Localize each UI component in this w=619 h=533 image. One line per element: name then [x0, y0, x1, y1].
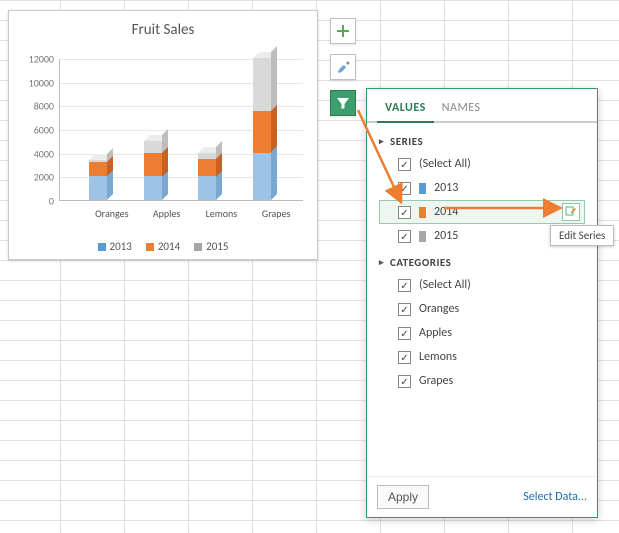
y-axis-tick: 2000: [20, 171, 54, 184]
filter-row-label: Lemons: [419, 350, 580, 364]
y-axis-tick: 4000: [20, 147, 54, 160]
filter-row[interactable]: ✓ Lemons: [379, 345, 585, 369]
legend-swatch-icon: [194, 243, 202, 251]
tooltip-edit-series: Edit Series: [550, 225, 614, 246]
x-axis-label: Oranges: [82, 207, 142, 220]
legend-swatch-icon: [146, 243, 154, 251]
bar-segment[interactable]: [198, 176, 216, 200]
checkbox[interactable]: ✓: [398, 351, 411, 364]
legend-label: 2013: [110, 240, 132, 253]
checkbox[interactable]: ✓: [398, 206, 411, 219]
checkbox[interactable]: ✓: [398, 230, 411, 243]
bar-segment[interactable]: [198, 159, 216, 177]
section-header-series-label: SERIES: [390, 135, 423, 148]
x-axis-label: Apples: [137, 207, 197, 220]
filter-row[interactable]: ✓ (Select All): [379, 152, 585, 176]
filter-row[interactable]: ✓ Oranges: [379, 297, 585, 321]
filter-row-label: Apples: [419, 326, 580, 340]
series-swatch-icon: [419, 207, 426, 218]
bar-segment[interactable]: [89, 162, 107, 176]
chart-legend: 2013 2014 2015: [9, 240, 317, 253]
y-axis-tick: 12000: [20, 53, 54, 66]
bar-segment[interactable]: [144, 141, 162, 153]
legend-item[interactable]: 2014: [146, 240, 180, 253]
plot-area: 120001000080006000400020000OrangesApples…: [59, 59, 303, 201]
series-swatch-icon: [419, 231, 426, 242]
filter-row-label: 2013: [434, 181, 580, 195]
filter-row[interactable]: ✓ (Select All): [379, 273, 585, 297]
checkbox[interactable]: ✓: [398, 182, 411, 195]
chart-filter-panel: VALUES NAMES ▸ SERIES ✓ (Select All) ✓ 2013…: [366, 88, 598, 518]
bar-segment[interactable]: [89, 160, 107, 162]
chart-plus-button[interactable]: [330, 18, 356, 44]
bar-segment[interactable]: [253, 111, 271, 152]
funnel-icon: [335, 95, 351, 111]
filter-row[interactable]: ✓ 2013: [379, 176, 585, 200]
bar-segment[interactable]: [198, 153, 216, 159]
x-axis-label: Grapes: [246, 207, 306, 220]
checkbox[interactable]: ✓: [398, 279, 411, 292]
tab-names[interactable]: NAMES: [434, 95, 489, 123]
filter-row[interactable]: ✓ Apples: [379, 321, 585, 345]
brush-icon: [335, 59, 351, 75]
plus-icon: [335, 23, 351, 39]
legend-swatch-icon: [98, 243, 106, 251]
y-axis-tick: 8000: [20, 100, 54, 113]
section-header-series[interactable]: ▸ SERIES: [379, 127, 585, 152]
filter-row-label: (Select All): [419, 157, 580, 171]
caret-down-icon: ▸: [379, 136, 384, 147]
filter-row-label: Oranges: [419, 302, 580, 316]
checkbox[interactable]: ✓: [398, 375, 411, 388]
y-axis-tick: 0: [20, 195, 54, 208]
apply-button[interactable]: Apply: [377, 485, 429, 509]
tab-values[interactable]: VALUES: [377, 95, 434, 123]
legend-item[interactable]: 2015: [194, 240, 228, 253]
legend-label: 2014: [158, 240, 180, 253]
series-swatch-icon: [419, 183, 426, 194]
filter-row[interactable]: ✓ Grapes: [379, 369, 585, 393]
checkbox[interactable]: ✓: [398, 158, 411, 171]
filter-row-label: Grapes: [419, 374, 580, 388]
filter-row[interactable]: ✓ 2014: [379, 200, 585, 224]
caret-down-icon: ▸: [379, 257, 384, 268]
section-header-categories[interactable]: ▸ CATEGORIES: [379, 248, 585, 273]
y-axis-tick: 10000: [20, 76, 54, 89]
chart-container[interactable]: Fruit Sales 120001000080006000400020000O…: [8, 10, 318, 260]
edit-icon: [565, 206, 577, 218]
checkbox[interactable]: ✓: [398, 327, 411, 340]
edit-series-button[interactable]: [562, 203, 580, 221]
checkbox[interactable]: ✓: [398, 303, 411, 316]
select-data-link[interactable]: Select Data...: [523, 490, 587, 504]
section-header-categories-label: CATEGORIES: [390, 256, 451, 269]
bar-segment[interactable]: [89, 176, 107, 200]
filter-row-label: 2014: [434, 205, 554, 219]
bar-segment[interactable]: [144, 153, 162, 177]
y-axis-tick: 6000: [20, 124, 54, 137]
chart-filter-button[interactable]: [330, 90, 356, 116]
bar-segment[interactable]: [253, 58, 271, 111]
bar-segment[interactable]: [144, 176, 162, 200]
chart-brush-button[interactable]: [330, 54, 356, 80]
bar-segment[interactable]: [253, 153, 271, 200]
legend-item[interactable]: 2013: [98, 240, 132, 253]
chart-title: Fruit Sales: [9, 11, 317, 41]
x-axis-label: Lemons: [191, 207, 251, 220]
filter-row-label: (Select All): [419, 278, 580, 292]
legend-label: 2015: [206, 240, 228, 253]
